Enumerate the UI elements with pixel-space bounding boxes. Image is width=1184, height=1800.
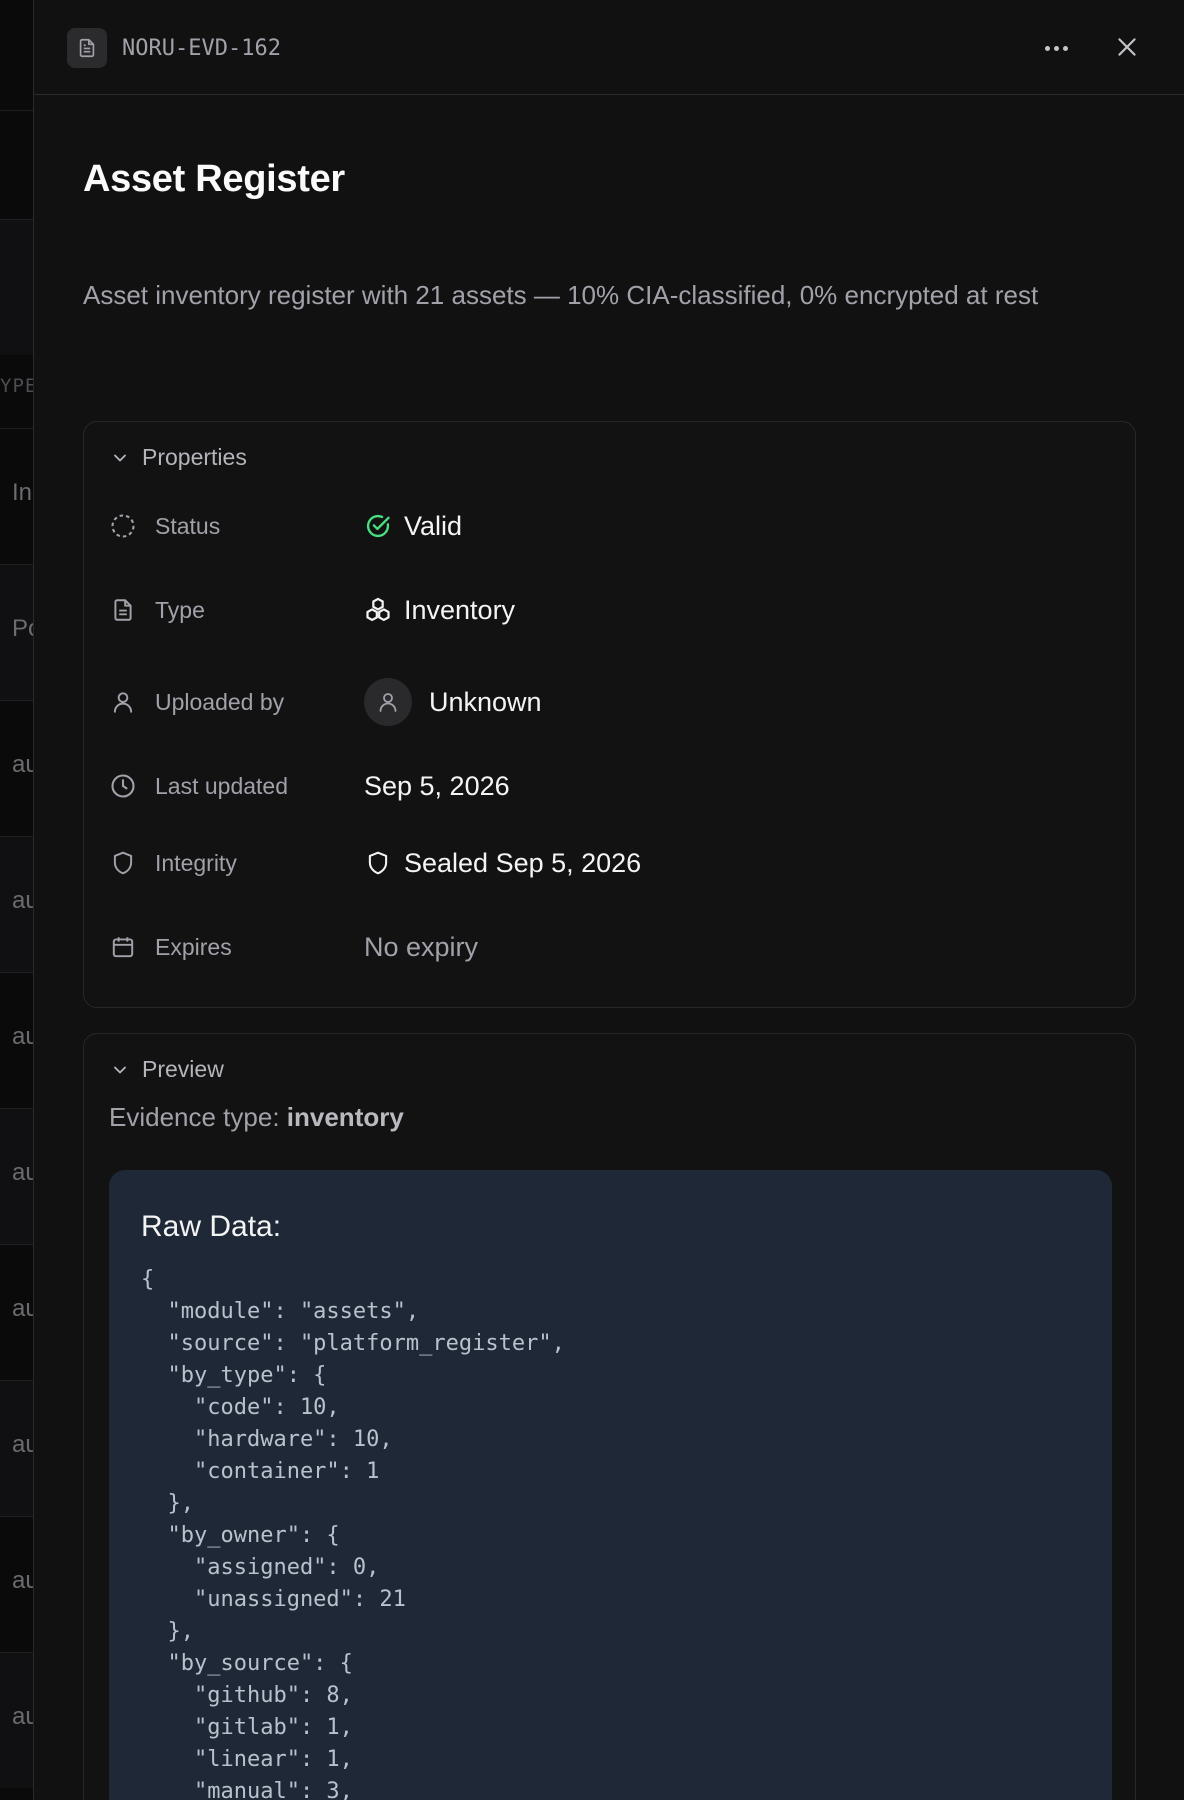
evidence-type-value: inventory — [286, 1102, 404, 1132]
evidence-id: NORU-EVD-162 — [122, 36, 281, 61]
preview-card: Preview Evidence type: inventory Raw Dat… — [83, 1033, 1136, 1800]
chevron-down-icon — [114, 454, 126, 461]
property-expires: Expires No expiry — [109, 927, 1109, 967]
status-label: Status — [155, 512, 221, 539]
bg-column-header: YPE — [0, 375, 33, 397]
properties-label: Properties — [142, 444, 247, 470]
raw-data-json: { "module": "assets", "source": "platfor… — [141, 1267, 565, 1800]
raw-data-title: Raw Data: — [141, 1210, 282, 1243]
evidence-detail-panel: NORU-EVD-162 Asset Register Asset invent… — [33, 0, 1184, 1800]
avatar — [364, 678, 412, 726]
integrity-value: Sealed Sep 5, 2026 — [404, 847, 642, 878]
property-type: Type Inventory — [109, 590, 1109, 630]
evidence-description: Asset inventory register with 21 assets … — [83, 280, 1039, 310]
user-avatar-icon — [379, 693, 397, 712]
type-value: Inventory — [404, 594, 516, 625]
bg-row[interactable]: au — [0, 1108, 33, 1244]
close-icon — [1118, 38, 1136, 56]
bg-row[interactable]: au — [0, 1652, 33, 1788]
evidence-type-line: Evidence type: inventory — [109, 1102, 404, 1133]
background-list: YPE In Po au au au au au au au au — [0, 0, 33, 1800]
evidence-title: Asset Register — [83, 158, 345, 200]
check-circle-icon — [364, 512, 392, 540]
property-last-updated: Last updated Sep 5, 2026 — [109, 766, 1109, 806]
uploaded-by-value: Unknown — [429, 686, 542, 717]
last-updated-label: Last updated — [155, 772, 289, 799]
property-uploaded-by: Uploaded by Unknown — [109, 675, 1109, 729]
bg-row[interactable]: au — [0, 1380, 33, 1516]
more-options-button[interactable] — [1040, 34, 1072, 62]
bg-row[interactable]: au — [0, 1244, 33, 1380]
chevron-down-icon — [114, 1066, 126, 1073]
property-integrity: Integrity Sealed Sep 5, 2026 — [109, 843, 1109, 883]
status-value: Valid — [404, 510, 463, 541]
bg-row — [0, 219, 33, 355]
bg-row[interactable]: au — [0, 700, 33, 836]
bg-row[interactable]: au — [0, 1516, 33, 1652]
expires-label: Expires — [155, 933, 232, 960]
bg-row[interactable]: Po — [0, 564, 33, 700]
property-status: Status Valid — [109, 506, 1109, 546]
boxes-icon — [364, 596, 392, 624]
calendar-icon — [109, 933, 137, 961]
shield-icon — [364, 849, 392, 877]
properties-toggle[interactable]: Properties — [110, 444, 247, 471]
shield-icon — [109, 849, 137, 877]
properties-card: Properties Status Valid Type Inventory U… — [83, 421, 1136, 1008]
last-updated-value: Sep 5, 2026 — [364, 770, 510, 801]
document-icon — [67, 28, 107, 68]
panel-header: NORU-EVD-162 — [34, 0, 1184, 95]
file-text-icon — [109, 596, 137, 624]
more-horizontal-icon — [1044, 45, 1050, 51]
integrity-label: Integrity — [155, 849, 237, 876]
raw-data-box: Raw Data: { "module": "assets", "source"… — [109, 1170, 1112, 1800]
evidence-type-label: Evidence type: — [109, 1102, 287, 1132]
preview-toggle[interactable]: Preview — [110, 1056, 224, 1083]
type-label: Type — [155, 596, 205, 623]
clock-icon — [109, 772, 137, 800]
preview-label: Preview — [142, 1056, 224, 1082]
user-icon — [109, 688, 137, 716]
uploaded-by-label: Uploaded by — [155, 688, 285, 715]
bg-row[interactable]: In — [0, 428, 33, 564]
bg-row[interactable]: au — [0, 972, 33, 1108]
close-button[interactable] — [1110, 30, 1144, 64]
bg-row[interactable]: au — [0, 836, 33, 972]
status-dashed-circle-icon — [109, 512, 137, 540]
expires-value: No expiry — [364, 931, 479, 962]
